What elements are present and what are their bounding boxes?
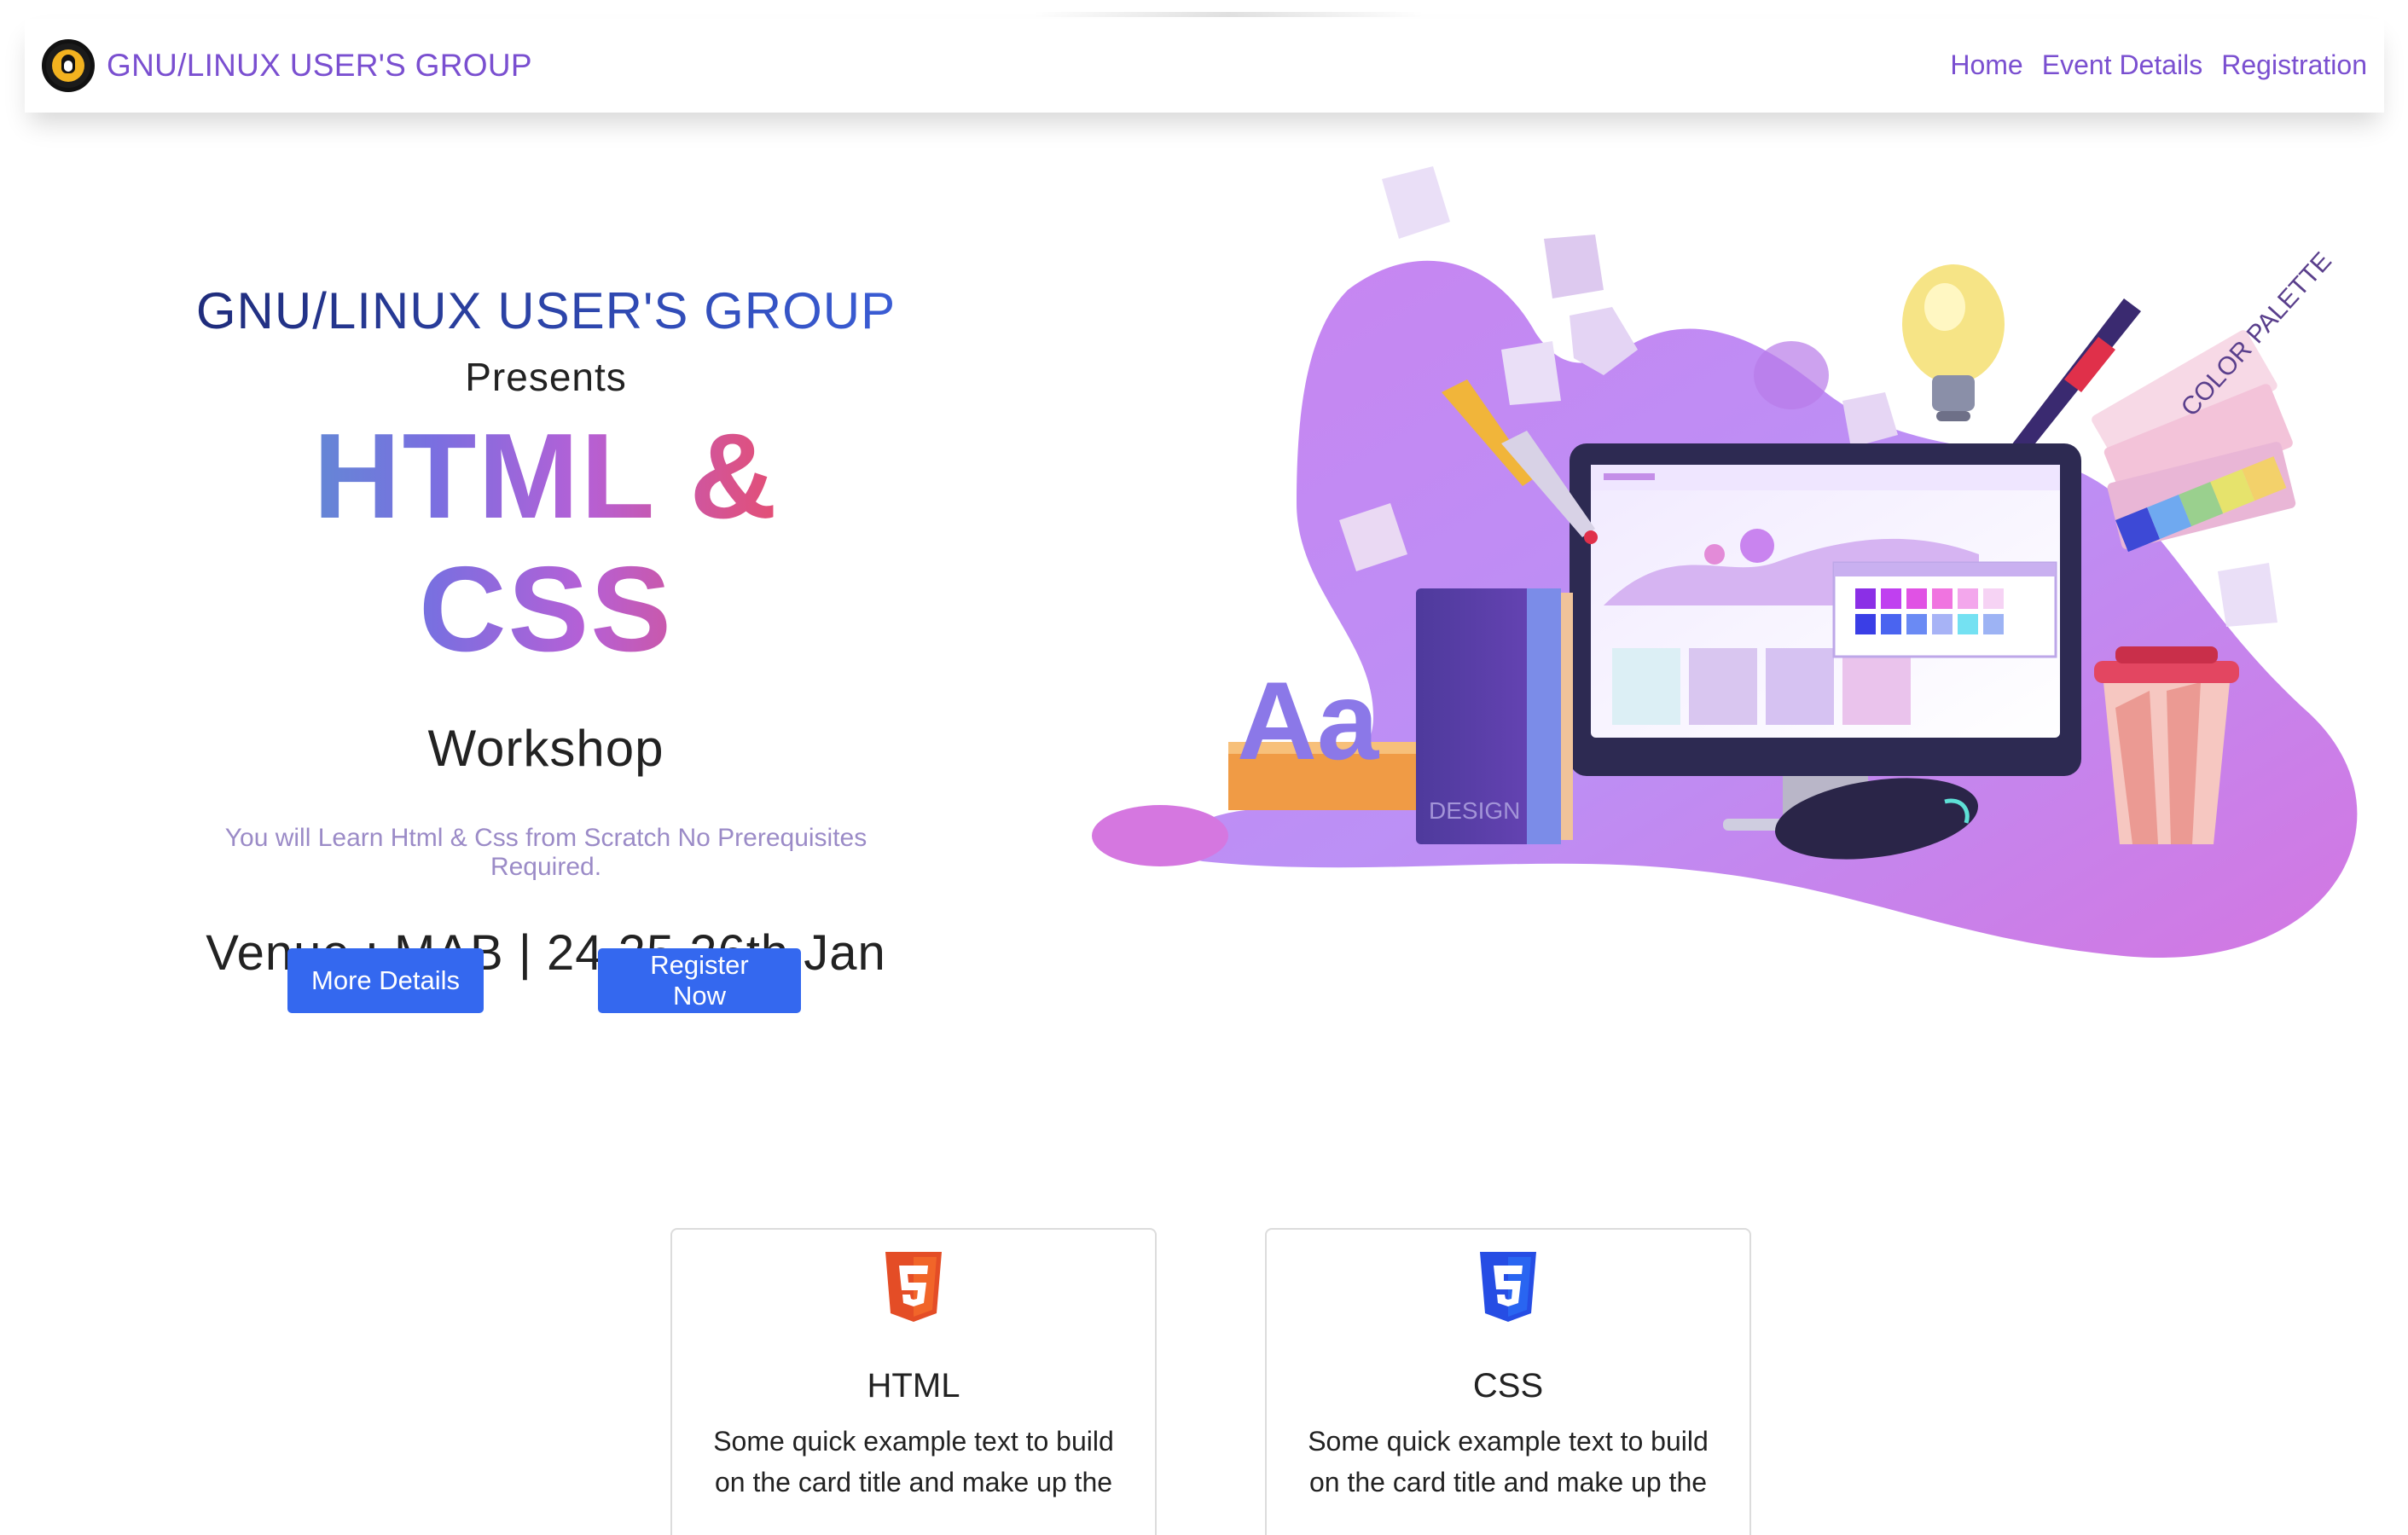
monitor-icon bbox=[1570, 443, 2081, 831]
nav-links: Home Event Details Registration bbox=[1950, 49, 2367, 81]
card-text: Some quick example text to build on the … bbox=[1308, 1426, 1709, 1497]
navbar: GNU/LINUX USER'S GROUP Home Event Detail… bbox=[25, 19, 2384, 113]
card-title: CSS bbox=[1472, 1367, 1544, 1405]
hero-description: You will Learn Html & Css from Scratch N… bbox=[224, 824, 867, 882]
more-details-button[interactable]: More Details bbox=[287, 948, 484, 1013]
hero-title: HTML & CSS bbox=[171, 409, 921, 676]
card-title: HTML bbox=[867, 1367, 960, 1405]
venue-text: Venue : MAB | 24,25,26th Jan bbox=[206, 925, 886, 982]
small-blob bbox=[1092, 805, 1228, 866]
card-text: Some quick example text to build on the … bbox=[713, 1426, 1114, 1497]
nav-registration-link[interactable]: Registration bbox=[2221, 49, 2367, 81]
register-now-button[interactable]: Register Now bbox=[598, 948, 801, 1013]
book-label: DESIGN bbox=[1429, 797, 1520, 824]
light-bulb-icon bbox=[1902, 264, 2005, 421]
hero-illustration: COLOR PALETTE Aa DESIGN bbox=[1092, 166, 2358, 959]
brand[interactable]: GNU/LINUX USER'S GROUP bbox=[42, 39, 532, 92]
workshop-label: Workshop bbox=[427, 720, 664, 778]
aa-letters: Aa bbox=[1237, 658, 1380, 783]
css3-icon bbox=[1480, 1252, 1536, 1322]
brand-title: GNU/LINUX USER'S GROUP bbox=[107, 48, 532, 83]
org-title: GNU/LINUX USER'S GROUP bbox=[171, 281, 921, 340]
nav-event-details-link[interactable]: Event Details bbox=[2042, 49, 2203, 81]
css-card: CSS Some quick example text to build on … bbox=[1265, 1228, 1751, 1535]
tux-logo-icon bbox=[42, 39, 95, 92]
html-card: HTML Some quick example text to build on… bbox=[670, 1228, 1157, 1535]
nav-home-link[interactable]: Home bbox=[1950, 49, 2022, 81]
html5-icon bbox=[885, 1252, 942, 1322]
presents-label: Presents bbox=[465, 355, 627, 399]
hero-text: GNU/LINUX USER'S GROUP Presents HTML & C… bbox=[171, 281, 921, 982]
top-scroll-hint bbox=[1032, 12, 1424, 17]
design-book-icon: DESIGN bbox=[1416, 588, 1573, 844]
